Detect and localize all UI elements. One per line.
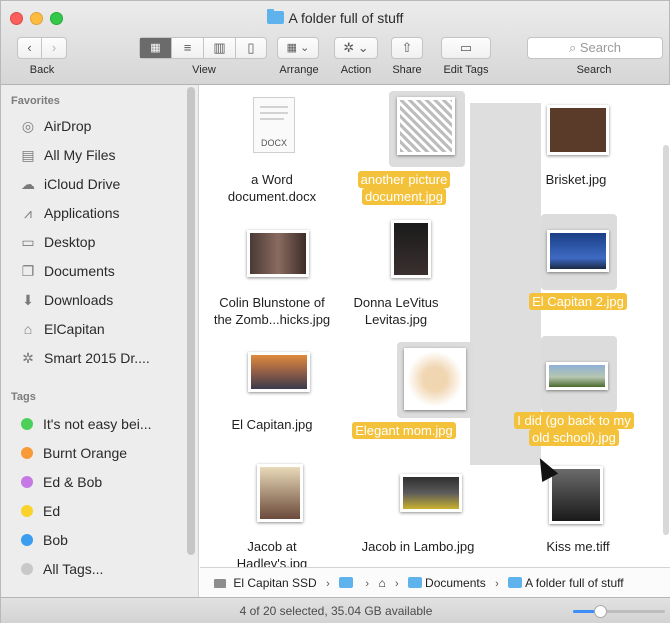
car-thumbnail [400,474,462,512]
sidebar-tag-1[interactable]: It's not easy bei... [19,413,152,435]
window-title: A folder full of stuff [1,9,669,26]
icon-size-slider[interactable] [573,605,665,618]
sidebar: Favorites ◎ AirDrop ▤ All My Files ☁ iCloud… [1,85,199,597]
icon-view-icon[interactable]: ▦ [140,38,172,58]
blue-tag-dot [21,534,33,546]
edit-tags-button[interactable]: ▭ [441,37,491,59]
search-field[interactable]: ⌕ Search [527,37,663,59]
search-icon: ⌕ [568,40,577,55]
tags-header: Tags [11,391,36,403]
chevron-right-icon: › [326,578,330,590]
photo-thumbnail [257,464,303,522]
sidebar-item-elcapitan[interactable]: ⌂ ElCapitan [19,318,105,340]
slider-knob[interactable] [594,605,608,618]
back-label: Back [29,64,55,76]
all-tags-dot [21,563,33,575]
path-disk[interactable]: El Capitan SSD [233,576,316,590]
sidebar-item-all-my-files[interactable]: ▤ All My Files [19,144,115,166]
users-folder-icon[interactable] [339,577,354,588]
action-button[interactable]: ✲ ⌄ [334,37,378,59]
file-grid: DOCX a Word document.docx another picture… [200,85,670,567]
path-bar: El Capitan SSD › › ⌂ › Documents › A fol… [200,567,670,597]
column-view-icon[interactable]: ▥ [204,38,236,58]
forward-button[interactable]: › [42,38,66,58]
list-view-icon[interactable]: ≡ [172,38,204,58]
chevron-right-icon: › [365,578,370,590]
chevron-right-icon: › [495,578,499,590]
sidebar-item-documents[interactable]: ❐ Documents [19,260,115,282]
back-forward-control: ‹ › [17,37,67,59]
path-current-folder[interactable]: A folder full of stuff [525,576,624,590]
view-label: View [192,64,216,76]
arrange-icon: ▦ ⌄ [286,42,310,54]
docx-file-icon: DOCX [253,97,295,153]
icloud-icon: ☁ [21,176,35,192]
airdrop-icon: ◎ [21,118,35,134]
yellow-tag-dot [21,505,33,517]
documents-icon: ❐ [21,263,35,279]
coverflow-view-icon[interactable]: ▯ [236,38,266,58]
el-capitan-thumbnail [547,230,609,272]
sidebar-item-icloud-drive[interactable]: ☁ iCloud Drive [19,173,120,195]
brisket-thumbnail [547,105,609,155]
orange-tag-dot [21,447,33,459]
all-my-files-icon: ▤ [21,147,35,163]
sidebar-item-desktop[interactable]: ▭ Desktop [19,231,95,253]
applications-icon: ⩘ [24,205,32,221]
sidebar-tag-3[interactable]: Ed & Bob [19,471,102,493]
share-icon: ⇧ [401,40,413,55]
folder-icon [508,577,523,588]
back-button[interactable]: ‹ [18,38,42,58]
favorites-header: Favorites [11,95,60,107]
downloads-icon: ⬇ [22,292,34,308]
disk-icon [214,579,226,589]
sidebar-item-smart-folder[interactable]: ✲ Smart 2015 Dr.... [19,347,150,369]
documents-folder-icon [408,577,423,588]
search-label: Search [576,64,612,76]
sidebar-tag-all[interactable]: All Tags... [19,558,103,580]
folder-icon [266,9,284,24]
sidebar-item-applications[interactable]: ⩘ Applications [19,202,119,224]
photo-thumbnail [391,220,431,278]
arrange-button[interactable]: ▦ ⌄ [277,37,319,59]
sidebar-item-downloads[interactable]: ⬇ Downloads [19,289,113,311]
view-mode-control: ▦ ≡ ▥ ▯ [139,37,267,59]
action-label: Action [340,64,372,76]
gear-icon: ✲ ⌄ [343,40,369,55]
green-tag-dot [21,418,33,430]
home-icon: ⌂ [23,321,33,337]
sidebar-item-airdrop[interactable]: ◎ AirDrop [19,115,92,137]
newspaper-thumbnail [397,97,455,155]
sidebar-scrollbar[interactable] [187,87,195,555]
smart-folder-icon: ✲ [22,350,34,366]
el-capitan-thumbnail [248,352,310,392]
photo-thumbnail [247,230,309,277]
finder-window: A folder full of stuff ‹ › Back ▦ ≡ ▥ ▯ … [0,0,670,623]
status-text: 4 of 20 selected, 35.04 GB available [239,604,433,618]
purple-tag-dot [21,476,33,488]
school-thumbnail [546,362,608,390]
sidebar-tag-2[interactable]: Burnt Orange [19,442,127,464]
edit-tags-label: Edit Tags [443,64,489,76]
sidebar-tag-4[interactable]: Ed [19,500,60,522]
arrange-label: Arrange [279,64,319,76]
share-button[interactable]: ⇧ [391,37,423,59]
desktop-icon: ▭ [21,234,35,250]
path-documents[interactable]: Documents [425,576,486,590]
sidebar-tag-5[interactable]: Bob [19,529,68,551]
tag-icon: ▭ [459,40,473,55]
portrait-thumbnail [404,348,466,410]
share-label: Share [392,64,422,76]
content-scrollbar[interactable] [663,145,669,535]
status-bar: 4 of 20 selected, 35.04 GB available [1,597,670,623]
home-icon[interactable]: ⌂ [378,576,385,590]
photo-thumbnail [549,466,603,524]
chevron-right-icon: › [395,578,399,590]
toolbar: A folder full of stuff ‹ › Back ▦ ≡ ▥ ▯ … [1,1,669,85]
selection-marquee [470,103,541,465]
